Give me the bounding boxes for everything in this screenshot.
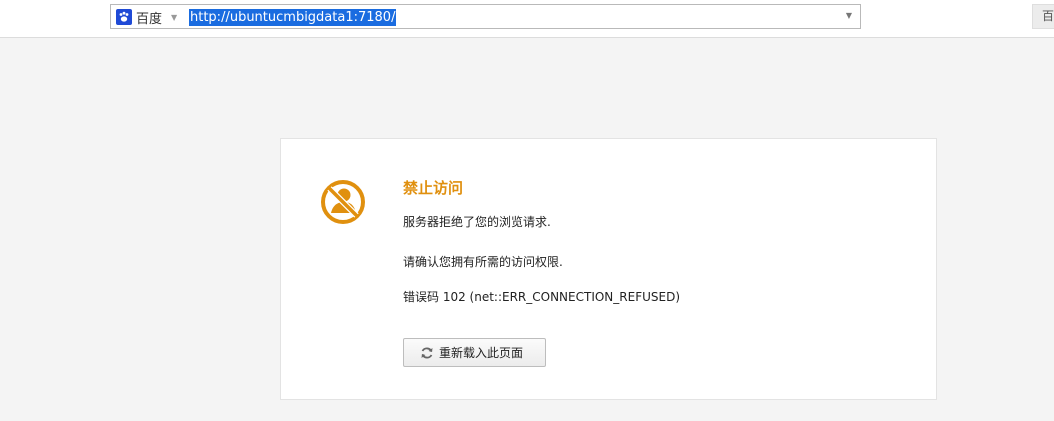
reload-button[interactable]: 重新载入此页面	[403, 338, 546, 367]
error-hint: 请确认您拥有所需的访问权限.	[403, 255, 563, 269]
chevron-down-icon: ▼	[171, 12, 178, 22]
address-bar[interactable]: 百度 ▼ http://ubuntucmbigdata1:7180/ ▼	[110, 4, 861, 29]
error-card: 禁止访问 服务器拒绝了您的浏览请求. 请确认您拥有所需的访问权限. 错误码 10…	[280, 138, 937, 400]
baidu-paw-icon	[116, 9, 132, 25]
url-text[interactable]: http://ubuntucmbigdata1:7180/	[189, 9, 397, 26]
url-dropdown-icon[interactable]: ▼	[846, 11, 852, 20]
search-engine-label: 百度	[136, 11, 163, 27]
search-engine-selector[interactable]: 百度 ▼	[116, 8, 178, 27]
error-code: 错误码 102 (net::ERR_CONNECTION_REFUSED)	[403, 290, 681, 304]
blocked-user-icon	[321, 180, 365, 224]
error-message: 服务器拒绝了您的浏览请求.	[403, 215, 551, 229]
side-toolbar-button[interactable]: 百	[1032, 4, 1054, 29]
reload-label: 重新载入此页面	[439, 346, 524, 360]
refresh-icon	[421, 347, 433, 358]
error-title: 禁止访问	[403, 179, 464, 197]
browser-toolbar: 百度 ▼ http://ubuntucmbigdata1:7180/ ▼ 百	[0, 0, 1054, 38]
